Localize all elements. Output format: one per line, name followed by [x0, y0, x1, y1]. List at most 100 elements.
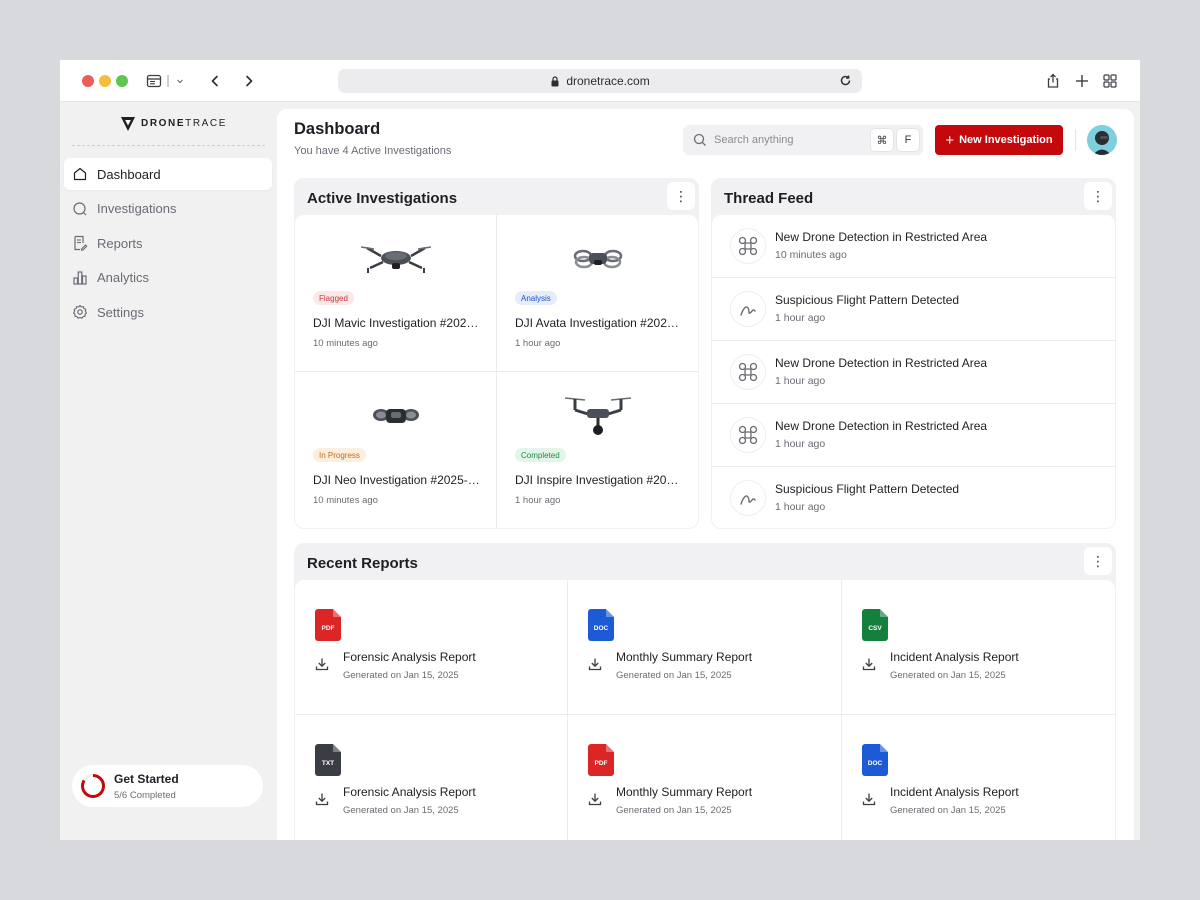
thread-feed-wrapper: New Drone Detection in Restricted Area 1…	[712, 215, 1115, 528]
report-item[interactable]: PDF Monthly Summary Report Generated on Ja…	[568, 715, 841, 840]
avatar[interactable]	[1087, 125, 1117, 155]
download-icon[interactable]	[315, 792, 329, 806]
download-icon[interactable]	[862, 657, 876, 671]
feed-title: Suspicious Flight Pattern Detected	[775, 293, 960, 307]
status-badge: Completed	[515, 448, 566, 462]
feed-title: New Drone Detection in Restricted Area	[775, 230, 988, 244]
download-icon[interactable]	[862, 792, 876, 806]
status-badge: In Progress	[313, 448, 366, 462]
sidebar-item-label: Investigations	[97, 201, 177, 216]
brand-name-bold: DRONE	[141, 118, 186, 129]
new-investigation-button[interactable]: + New Investigation	[935, 125, 1063, 155]
investigation-card[interactable]: Completed DJI Inspire Investigation #202…	[497, 372, 698, 528]
main-panel: Dashboard You have 4 Active Investigatio…	[277, 109, 1134, 840]
tab-overview-icon[interactable]	[1102, 71, 1118, 91]
investigation-time: 10 minutes ago	[313, 338, 378, 349]
report-name: Incident Analysis Report	[890, 785, 1019, 799]
report-date: Generated on Jan 15, 2025	[890, 805, 1006, 816]
drone-icon	[730, 228, 766, 264]
investigation-time: 1 hour ago	[515, 338, 561, 349]
drone-image	[497, 390, 698, 440]
report-item[interactable]: PDF Forensic Analysis Report Generated on …	[295, 580, 567, 714]
report-name: Forensic Analysis Report	[343, 785, 476, 799]
investigation-name: DJI Inspire Investigation #2025-004	[515, 473, 685, 487]
file-type-label: DOC	[867, 760, 883, 767]
reload-icon[interactable]	[839, 74, 852, 87]
more-options-button[interactable]: ⋮	[1084, 547, 1112, 575]
download-icon[interactable]	[588, 792, 602, 806]
report-date: Generated on Jan 15, 2025	[616, 670, 732, 681]
report-item[interactable]: CSV Incident Analysis Report Generated on …	[842, 580, 1115, 714]
close-window-button[interactable]	[82, 75, 94, 87]
investigations-grid-wrapper: Flagged DJI Mavic Investigation #2025-00…	[295, 215, 698, 528]
report-name: Forensic Analysis Report	[343, 650, 476, 664]
file-icon: CSV	[862, 609, 888, 641]
get-started-title: Get Started	[114, 771, 179, 786]
sidebar-item-dashboard[interactable]: Dashboard	[64, 158, 272, 190]
new-tab-icon[interactable]	[1074, 71, 1090, 91]
download-icon[interactable]	[588, 657, 602, 671]
report-item[interactable]: DOC Monthly Summary Report Generated on Ja…	[568, 580, 841, 714]
search-input[interactable]	[714, 134, 864, 146]
feed-item[interactable]: New Drone Detection in Restricted Area 1…	[712, 404, 1115, 466]
thread-feed-list: New Drone Detection in Restricted Area 1…	[712, 215, 1115, 528]
back-arrow-icon[interactable]	[208, 71, 222, 91]
sidebar-item-settings[interactable]: Settings	[64, 296, 272, 328]
feed-item[interactable]: Suspicious Flight Pattern Detected 1 hou…	[712, 467, 1115, 528]
report-date: Generated on Jan 15, 2025	[890, 670, 1006, 681]
file-type-label: PDF	[594, 760, 608, 767]
browser-toolbar: dronetrace.com	[60, 60, 1140, 102]
report-name: Monthly Summary Report	[616, 785, 753, 799]
forward-arrow-icon[interactable]	[242, 71, 256, 91]
feed-item[interactable]: Suspicious Flight Pattern Detected 1 hou…	[712, 278, 1115, 340]
sidebar-item-investigations[interactable]: Investigations	[64, 193, 272, 225]
drone-image	[295, 233, 496, 283]
investigation-card[interactable]: In Progress DJI Neo Investigation #2025-…	[295, 372, 496, 528]
share-icon[interactable]	[1045, 71, 1061, 91]
sidebar-item-label: Settings	[97, 304, 144, 320]
recent-reports-card: Recent Reports ⋮ PDF Forensic Analysis Re…	[294, 543, 1116, 840]
investigation-card[interactable]: Flagged DJI Mavic Investigation #2025-00…	[295, 215, 496, 371]
file-icon: PDF	[315, 609, 341, 641]
feed-time: 1 hour ago	[775, 501, 826, 513]
shortcut-cmd-key: ⌘	[870, 128, 894, 152]
feed-item[interactable]: New Drone Detection in Restricted Area 1…	[712, 215, 1115, 277]
report-date: Generated on Jan 15, 2025	[343, 670, 459, 681]
flight-path-icon	[730, 480, 766, 516]
feed-title: New Drone Detection in Restricted Area	[775, 419, 988, 433]
brand-name-light: TRACE	[185, 118, 228, 129]
investigation-card[interactable]: Analysis DJI Avata Investigation #2025-0…	[497, 215, 698, 371]
report-name: Monthly Summary Report	[616, 650, 753, 664]
report-item[interactable]: TXT Forensic Analysis Report Generated on …	[295, 715, 567, 840]
sidebar-item-label: Analytics	[97, 270, 150, 285]
sidebar-item-reports[interactable]: Reports	[64, 227, 272, 259]
page-title: Dashboard	[294, 120, 381, 138]
file-icon: DOC	[862, 744, 888, 776]
minimize-window-button[interactable]	[99, 75, 111, 87]
header-divider	[1075, 129, 1076, 151]
file-icon: DOC	[588, 609, 614, 641]
feed-time: 1 hour ago	[775, 375, 826, 387]
chevron-down-icon[interactable]	[175, 71, 185, 91]
address-bar[interactable]: dronetrace.com	[338, 69, 862, 93]
get-started-progress: 5/6 Completed	[114, 789, 176, 801]
sidebar-item-analytics[interactable]: Analytics	[64, 262, 272, 294]
sidebar-item-label: Dashboard	[97, 166, 161, 182]
url-text: dronetrace.com	[566, 74, 650, 88]
maximize-window-button[interactable]	[116, 75, 128, 87]
plus-icon: +	[945, 131, 955, 149]
new-investigation-label: New Investigation	[959, 134, 1053, 146]
more-options-button[interactable]: ⋮	[667, 182, 695, 210]
feed-item[interactable]: New Drone Detection in Restricted Area 1…	[712, 341, 1115, 403]
shortcut-f-key: F	[896, 128, 920, 152]
bar-chart-icon	[72, 270, 88, 286]
report-item[interactable]: DOC Incident Analysis Report Generated on …	[842, 715, 1115, 840]
more-options-button[interactable]: ⋮	[1084, 182, 1112, 210]
get-started-card[interactable]: Get Started 5/6 Completed	[72, 765, 263, 807]
download-icon[interactable]	[315, 657, 329, 671]
sidebar-toggle-icon[interactable]	[146, 71, 162, 91]
brand-logo[interactable]: DRONETRACE	[120, 115, 227, 132]
report-date: Generated on Jan 15, 2025	[616, 805, 732, 816]
investigation-name: DJI Mavic Investigation #2025-001	[313, 316, 483, 330]
search-box[interactable]: ⌘ F	[683, 125, 923, 155]
